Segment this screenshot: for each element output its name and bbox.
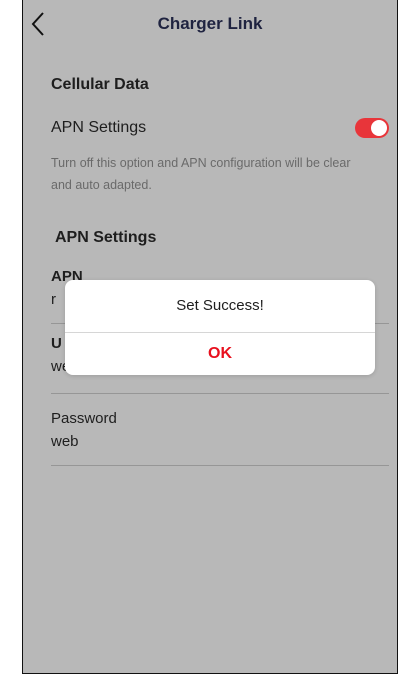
app-screen: Charger Link Cellular Data APN Settings … xyxy=(22,0,398,674)
ok-button[interactable]: OK xyxy=(65,333,375,375)
apn-settings-toggle[interactable] xyxy=(355,118,389,138)
success-dialog: Set Success! OK xyxy=(65,280,375,375)
apn-settings-heading: APN Settings xyxy=(55,229,157,246)
password-field-label: Password xyxy=(51,410,117,427)
apn-description: Turn off this option and APN configurati… xyxy=(51,156,351,192)
apn-settings-toggle-label: APN Settings xyxy=(51,119,147,136)
cellular-data-title: Cellular Data xyxy=(51,76,149,93)
dialog-message: Set Success! xyxy=(65,280,375,333)
password-field[interactable]: Password web xyxy=(51,410,389,466)
header: Charger Link xyxy=(23,0,397,50)
page-title: Charger Link xyxy=(157,14,263,33)
password-field-value: web xyxy=(51,433,79,450)
toggle-knob xyxy=(371,120,387,136)
